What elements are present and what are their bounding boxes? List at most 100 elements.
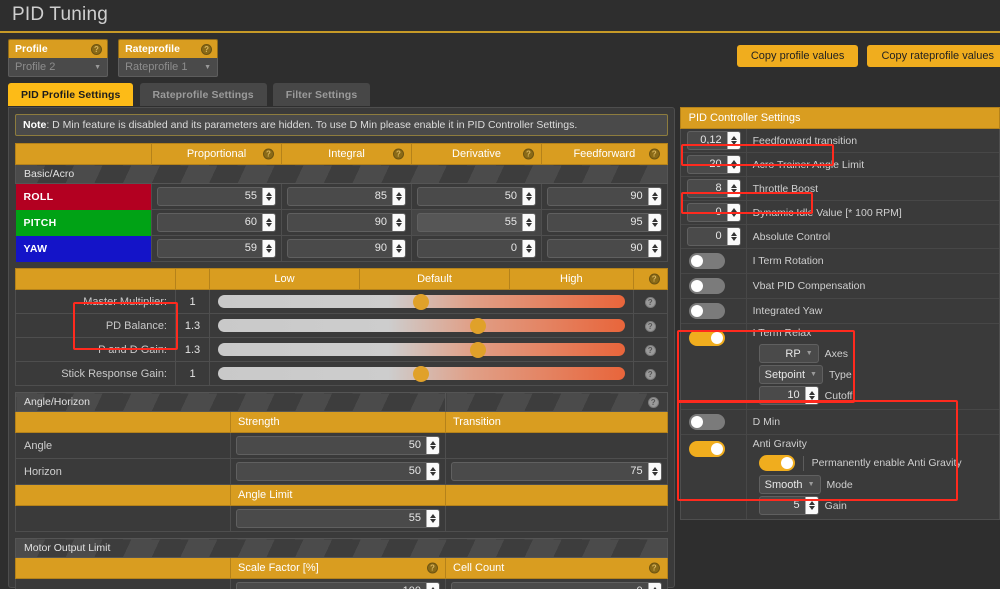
- i-term-relax-type-select[interactable]: Setpoint ▼: [758, 365, 823, 384]
- stepper-dynamic-idle[interactable]: [726, 204, 740, 221]
- copy-profile-values-button[interactable]: Copy profile values: [736, 45, 859, 67]
- roll-p-input[interactable]: 55: [157, 187, 276, 206]
- help-icon[interactable]: ?: [201, 43, 213, 55]
- stepper-anti-gravity-gain[interactable]: [804, 497, 818, 514]
- tab-rateprofile-settings[interactable]: Rateprofile Settings: [139, 83, 267, 106]
- pitch-ff-input[interactable]: 95: [547, 213, 662, 232]
- slider-value-pd-balance: 1.3: [175, 313, 210, 338]
- stepper-roll-d[interactable]: [522, 188, 535, 205]
- stepper-pitch-d[interactable]: [522, 214, 535, 231]
- i-term-relax-axes-select[interactable]: RP ▼: [758, 344, 819, 363]
- copy-rateprofile-values-button[interactable]: Copy rateprofile values: [867, 45, 1000, 67]
- profile-select[interactable]: Profile 2 ▼: [8, 58, 108, 77]
- angle-horizon-group-row: Angle/Horizon ?: [15, 392, 668, 412]
- slider-track[interactable]: [218, 293, 625, 310]
- toggle-i-term-relax[interactable]: [688, 330, 725, 346]
- slider-track[interactable]: [218, 365, 625, 382]
- feedforward-transition-input[interactable]: 0,12: [686, 131, 741, 150]
- stepper-horizon-transition[interactable]: [647, 463, 661, 480]
- roll-d-input[interactable]: 50: [417, 187, 536, 206]
- slider-track[interactable]: [218, 341, 625, 358]
- stepper-acro-trainer[interactable]: [726, 156, 740, 173]
- slider-handle[interactable]: [470, 341, 487, 358]
- stepper-yaw-ff[interactable]: [647, 240, 661, 257]
- i-term-relax-cutoff-input[interactable]: 10: [758, 386, 819, 405]
- angle-limit-input[interactable]: 55: [236, 509, 440, 528]
- stepper-angle-limit[interactable]: [426, 510, 439, 527]
- stepper-pitch-ff[interactable]: [647, 214, 661, 231]
- slider-stick-response-gain[interactable]: [209, 361, 634, 386]
- throttle-boost-input[interactable]: 8: [686, 179, 741, 198]
- stepper-i-term-relax-cutoff[interactable]: [804, 387, 818, 404]
- scale-factor-input[interactable]: 100: [236, 582, 440, 589]
- stepper-cell-count[interactable]: [647, 583, 661, 589]
- slider-col-help: ?: [632, 268, 668, 290]
- slider-master-multiplier[interactable]: [209, 289, 634, 314]
- slider-track[interactable]: [218, 317, 625, 334]
- pitch-i-input[interactable]: 90: [287, 213, 406, 232]
- stepper-roll-ff[interactable]: [647, 188, 661, 205]
- stepper-pitch-i[interactable]: [392, 214, 405, 231]
- help-icon[interactable]: ?: [644, 368, 656, 380]
- stepper-yaw-p[interactable]: [262, 240, 275, 257]
- toggle-anti-gravity[interactable]: [688, 441, 725, 457]
- stepper-yaw-d[interactable]: [522, 240, 535, 257]
- toggle-integrated-yaw[interactable]: [688, 303, 725, 319]
- stepper-yaw-i[interactable]: [392, 240, 405, 257]
- row-throttle-boost: 8 Throttle Boost: [680, 177, 999, 201]
- row-integrated-yaw: Integrated Yaw: [680, 299, 999, 324]
- cell-count-input[interactable]: 0: [451, 582, 662, 589]
- stepper-horizon-strength[interactable]: [426, 463, 439, 480]
- help-icon[interactable]: ?: [523, 148, 534, 160]
- absolute-control-input[interactable]: 0: [686, 227, 741, 246]
- help-icon[interactable]: ?: [644, 320, 656, 332]
- roll-ff-input[interactable]: 90: [547, 187, 662, 206]
- pitch-p-input[interactable]: 60: [157, 213, 276, 232]
- stepper-scale-factor[interactable]: [426, 583, 439, 589]
- acro-trainer-angle-limit-input[interactable]: 20: [686, 155, 741, 174]
- help-icon[interactable]: ?: [647, 397, 659, 408]
- yaw-ff-input[interactable]: 90: [547, 239, 662, 258]
- help-icon[interactable]: ?: [648, 148, 660, 160]
- angle-strength-input[interactable]: 50: [236, 436, 440, 455]
- stepper-angle-strength[interactable]: [426, 437, 439, 454]
- help-icon[interactable]: ?: [648, 562, 660, 574]
- toggle-d-min[interactable]: [688, 414, 725, 430]
- tab-pid-profile-settings[interactable]: PID Profile Settings: [8, 83, 134, 106]
- slider-handle[interactable]: [470, 317, 487, 334]
- slider-handle[interactable]: [413, 293, 430, 310]
- horizon-transition-input[interactable]: 75: [451, 462, 662, 481]
- slider-handle[interactable]: [413, 365, 430, 382]
- cell-count-cell: 0: [445, 578, 668, 589]
- help-icon[interactable]: ?: [91, 43, 102, 55]
- toggle-vbat-pid-compensation[interactable]: [688, 278, 725, 294]
- help-icon[interactable]: ?: [648, 273, 660, 285]
- stepper-absolute-control[interactable]: [726, 228, 740, 245]
- horizon-strength-input[interactable]: 50: [236, 462, 440, 481]
- anti-gravity-mode-select[interactable]: Smooth ▼: [758, 475, 821, 494]
- toggle-i-term-rotation[interactable]: [688, 253, 725, 269]
- help-icon[interactable]: ?: [263, 148, 274, 160]
- yaw-i-input[interactable]: 90: [287, 239, 406, 258]
- stepper-feedforward-transition[interactable]: [726, 132, 740, 149]
- help-icon[interactable]: ?: [644, 296, 656, 308]
- pitch-d-input[interactable]: 55: [417, 213, 536, 232]
- help-icon[interactable]: ?: [393, 148, 404, 160]
- stepper-throttle-boost[interactable]: [726, 180, 740, 197]
- slider-pd-balance[interactable]: [209, 313, 634, 338]
- dynamic-idle-value-input[interactable]: 0: [686, 203, 741, 222]
- stepper-pitch-p[interactable]: [262, 214, 275, 231]
- yaw-d-input[interactable]: 0: [417, 239, 536, 258]
- anti-gravity-gain-input[interactable]: 5: [758, 496, 819, 515]
- help-icon[interactable]: ?: [427, 562, 438, 574]
- stepper-roll-i[interactable]: [392, 188, 405, 205]
- toggle-permanently-enable-anti-gravity[interactable]: [758, 455, 795, 471]
- roll-i-input[interactable]: 85: [287, 187, 406, 206]
- rateprofile-select[interactable]: Rateprofile 1 ▼: [118, 58, 219, 77]
- tab-filter-settings[interactable]: Filter Settings: [272, 83, 371, 106]
- slider-p-and-d-gain[interactable]: [209, 337, 634, 362]
- yaw-p-input[interactable]: 59: [157, 239, 276, 258]
- help-icon[interactable]: ?: [644, 344, 656, 356]
- stepper-roll-p[interactable]: [262, 188, 275, 205]
- slider-label-pd-balance: PD Balance:: [15, 313, 176, 338]
